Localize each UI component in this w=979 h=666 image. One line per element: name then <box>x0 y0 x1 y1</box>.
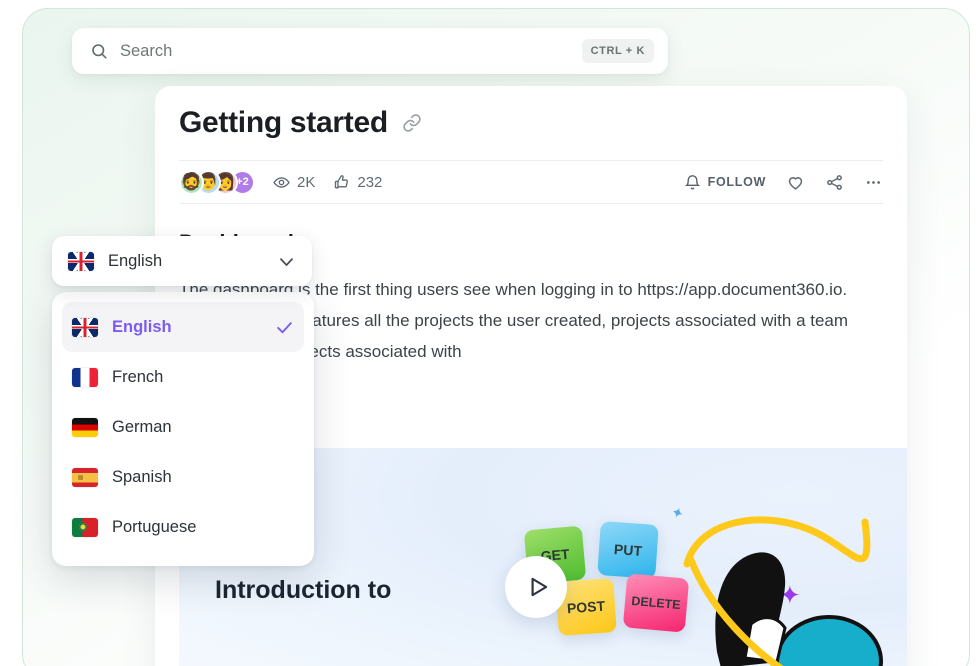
language-option-label: French <box>112 367 164 386</box>
more-options-button[interactable] <box>864 173 883 192</box>
follow-label: FOLLOW <box>707 175 766 189</box>
http-badge-put: PUT <box>597 521 659 579</box>
language-select-trigger[interactable]: English <box>52 236 312 286</box>
play-button[interactable] <box>505 556 567 618</box>
flag-uk-icon <box>68 251 94 271</box>
language-option-label: English <box>112 317 172 336</box>
person-illustration <box>683 516 883 666</box>
likes-stat[interactable]: 232 <box>333 174 382 191</box>
share-icon <box>827 174 842 190</box>
search-bar[interactable]: Search CTRL + K <box>72 28 668 74</box>
page-title-row: Getting started <box>155 86 907 140</box>
ellipsis-icon <box>867 180 880 184</box>
avatar-face: 🧔 <box>180 171 203 191</box>
meta-actions-group: FOLLOW <box>684 173 883 192</box>
language-option-english[interactable]: English <box>62 302 304 352</box>
views-count: 2K <box>297 173 316 191</box>
app-screenshot: Search CTRL + K Getting started 🧔 👨 👩 +2 <box>0 0 979 666</box>
language-option-label: Portuguese <box>112 517 197 536</box>
flag-es-icon <box>72 467 98 487</box>
language-select-value: English <box>108 251 163 270</box>
thumbs-up-icon <box>335 174 349 188</box>
language-option-portuguese[interactable]: Portuguese <box>62 502 304 552</box>
language-option-french[interactable]: French <box>62 352 304 402</box>
play-icon <box>531 577 548 597</box>
flag-de-icon <box>72 417 98 437</box>
views-stat: 2K <box>273 174 315 191</box>
likes-count: 232 <box>357 173 383 191</box>
favorite-button[interactable] <box>786 173 805 192</box>
flag-fr-icon <box>72 367 98 387</box>
language-option-label: German <box>112 417 172 436</box>
language-option-german[interactable]: German <box>62 402 304 452</box>
video-title: Introduction to <box>215 576 392 604</box>
language-dropdown-menu[interactable]: English French German Spanish Portuguese <box>52 292 314 566</box>
flag-uk-icon <box>72 317 98 337</box>
search-input[interactable]: Search <box>120 42 582 61</box>
eye-icon <box>273 176 290 188</box>
meta-left-group: 🧔 👨 👩 +2 2K 232 <box>179 169 382 195</box>
chevron-down-icon[interactable] <box>277 252 296 271</box>
bell-icon <box>684 174 700 189</box>
check-icon <box>277 321 292 333</box>
link-icon[interactable] <box>402 113 422 133</box>
language-option-label: Spanish <box>112 467 172 486</box>
heart-icon <box>788 176 803 190</box>
share-button[interactable] <box>825 173 844 192</box>
flag-pt-icon <box>72 517 98 537</box>
language-option-spanish[interactable]: Spanish <box>62 452 304 502</box>
page-title: Getting started <box>179 106 388 139</box>
avatar-group[interactable]: 🧔 👨 👩 +2 <box>179 169 255 195</box>
avatar[interactable]: 🧔 <box>179 169 204 195</box>
search-shortcut-badge: CTRL + K <box>581 39 654 63</box>
search-icon <box>92 44 107 59</box>
follow-button[interactable]: FOLLOW <box>684 174 766 191</box>
article-meta-row: 🧔 👨 👩 +2 2K 232 FOLLOW <box>179 160 883 204</box>
